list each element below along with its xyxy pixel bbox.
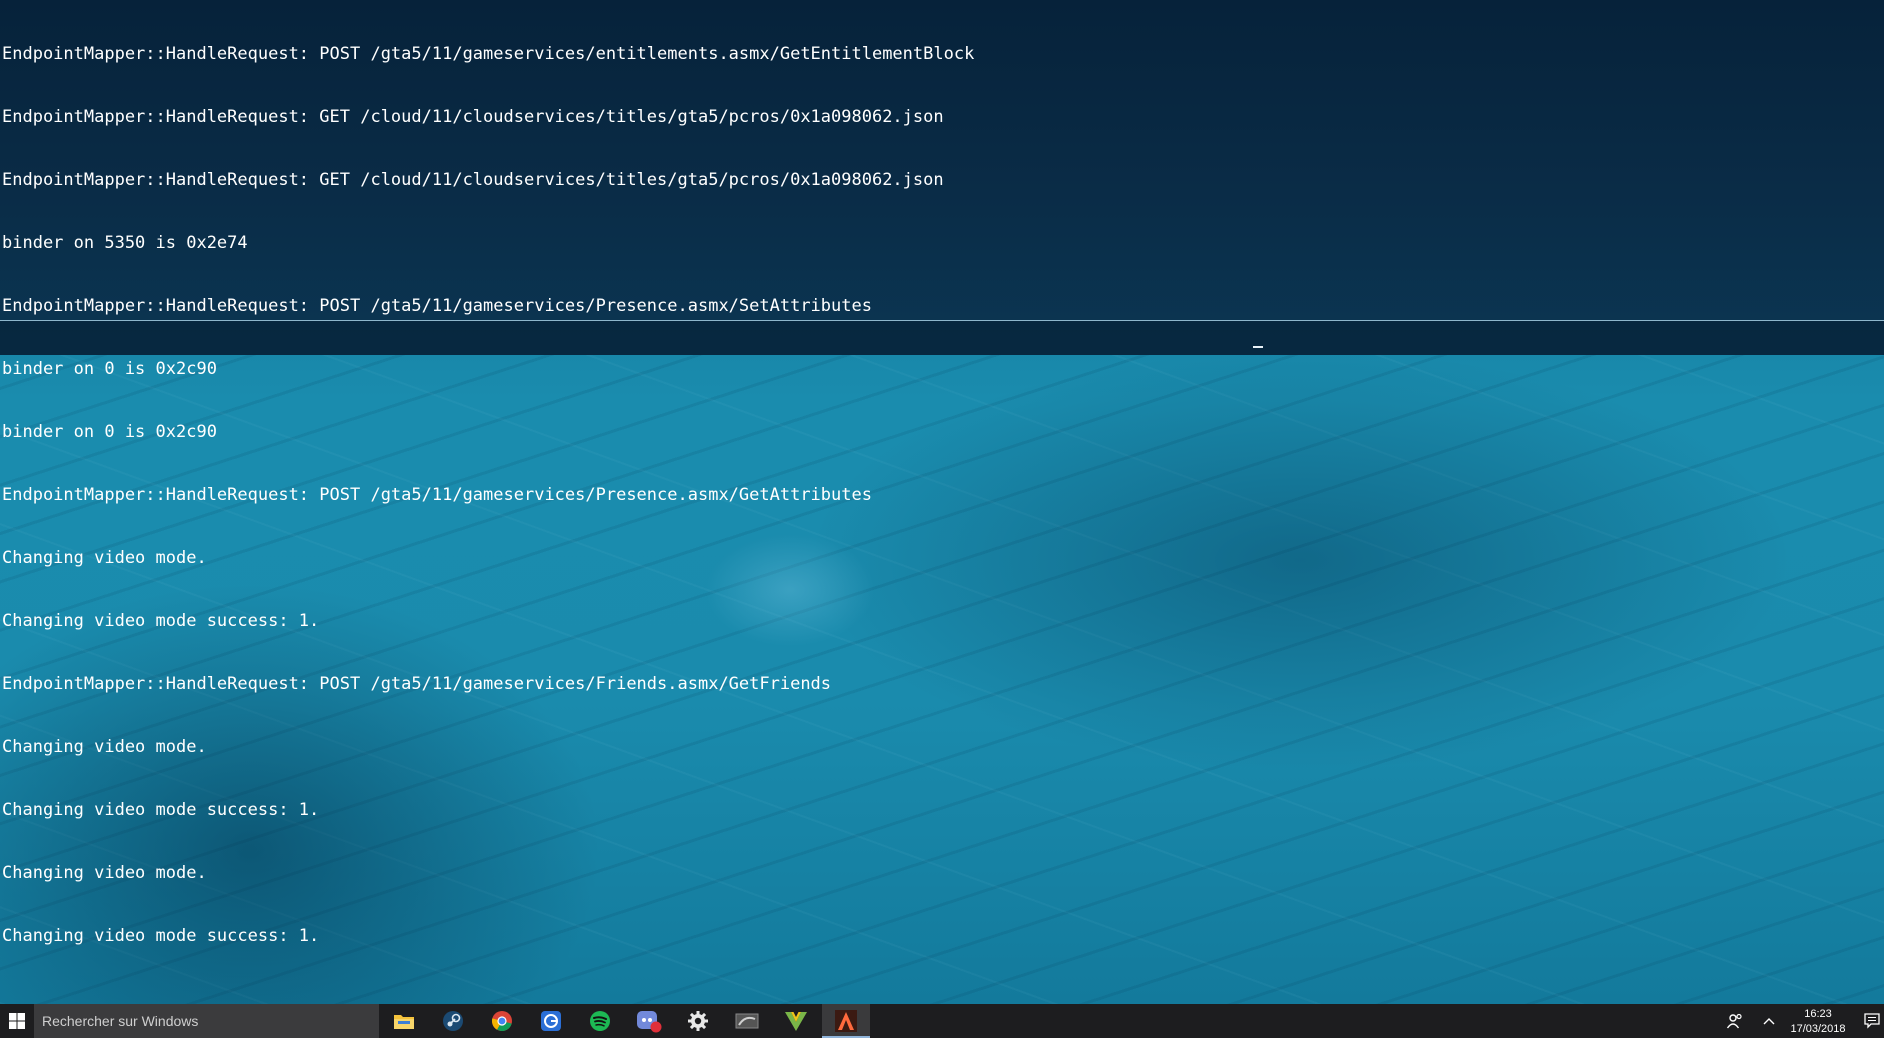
tray-people-button[interactable] (1722, 1004, 1748, 1038)
chrome-icon (491, 1011, 512, 1032)
taskbar-app-spotify[interactable] (576, 1004, 624, 1038)
console-line: binder on 0 is 0x2c90 (2, 422, 217, 442)
taskbar-app-launcher[interactable] (822, 1004, 870, 1038)
text-caret (1253, 346, 1263, 348)
taskbar-app-discord[interactable] (625, 1004, 673, 1038)
console-line: Changing video mode. (2, 863, 207, 883)
spotify-icon (590, 1011, 610, 1031)
taskbar-app-nvidia[interactable] (723, 1004, 771, 1038)
console-line: EndpointMapper::HandleRequest: GET /clou… (2, 170, 944, 190)
console-line: EndpointMapper::HandleRequest: POST /gta… (2, 485, 872, 505)
console-line: EndpointMapper::HandleRequest: POST /gta… (2, 44, 975, 64)
search-placeholder: Rechercher sur Windows (42, 1013, 199, 1029)
game-console-window[interactable]: EndpointMapper::HandleRequest: POST /gta… (0, 0, 1884, 946)
search-box[interactable]: Rechercher sur Windows (34, 1004, 379, 1038)
gta-v-icon (785, 1012, 807, 1031)
steam-icon (443, 1011, 463, 1031)
show-hidden-icons-button[interactable] (1758, 1004, 1780, 1038)
gear-icon (688, 1011, 708, 1031)
taskbar-app-steam[interactable] (429, 1004, 477, 1038)
console-line: Changing video mode. (2, 737, 207, 757)
taskbar-app-settings[interactable] (674, 1004, 722, 1038)
mail-icon (541, 1011, 561, 1031)
console-log: EndpointMapper::HandleRequest: POST /gta… (2, 2, 974, 989)
taskbar-app-chrome[interactable] (478, 1004, 526, 1038)
console-line: EndpointMapper::HandleRequest: GET /clou… (2, 107, 944, 127)
taskbar-app-mail[interactable] (527, 1004, 575, 1038)
chevron-up-icon (1763, 1018, 1775, 1025)
taskbar-app-file-explorer[interactable] (380, 1004, 428, 1038)
console-line: EndpointMapper::HandleRequest: POST /gta… (2, 296, 872, 316)
nvidia-icon (735, 1013, 759, 1029)
clock-date: 17/03/2018 (1790, 1023, 1846, 1035)
start-button[interactable] (0, 1004, 34, 1038)
console-line: Changing video mode success: 1. (2, 800, 320, 820)
launcher-a-icon (835, 1010, 857, 1032)
console-input[interactable] (0, 321, 1884, 355)
console-line: Changing video mode success: 1. (2, 926, 320, 946)
people-icon (1726, 1013, 1742, 1029)
clock-time: 16:23 (1804, 1008, 1832, 1020)
folder-icon (394, 1015, 414, 1029)
windows-logo-icon (9, 1013, 25, 1029)
notification-icon (1864, 1013, 1880, 1029)
console-line: EndpointMapper::HandleRequest: POST /gta… (2, 674, 832, 694)
console-line: Changing video mode. (2, 548, 207, 568)
console-line: Changing video mode success: 1. (2, 611, 320, 631)
console-line: binder on 0 is 0x2c90 (2, 359, 217, 379)
taskbar-app-gta5[interactable] (772, 1004, 820, 1038)
system-clock[interactable]: 16:23 17/03/2018 (1778, 1007, 1858, 1037)
discord-icon (637, 1011, 662, 1033)
console-line: binder on 5350 is 0x2e74 (2, 233, 248, 253)
taskbar: Rechercher sur Windows 16:23 17/03/2018 (0, 1004, 1884, 1038)
action-center-button[interactable] (1860, 1004, 1884, 1038)
